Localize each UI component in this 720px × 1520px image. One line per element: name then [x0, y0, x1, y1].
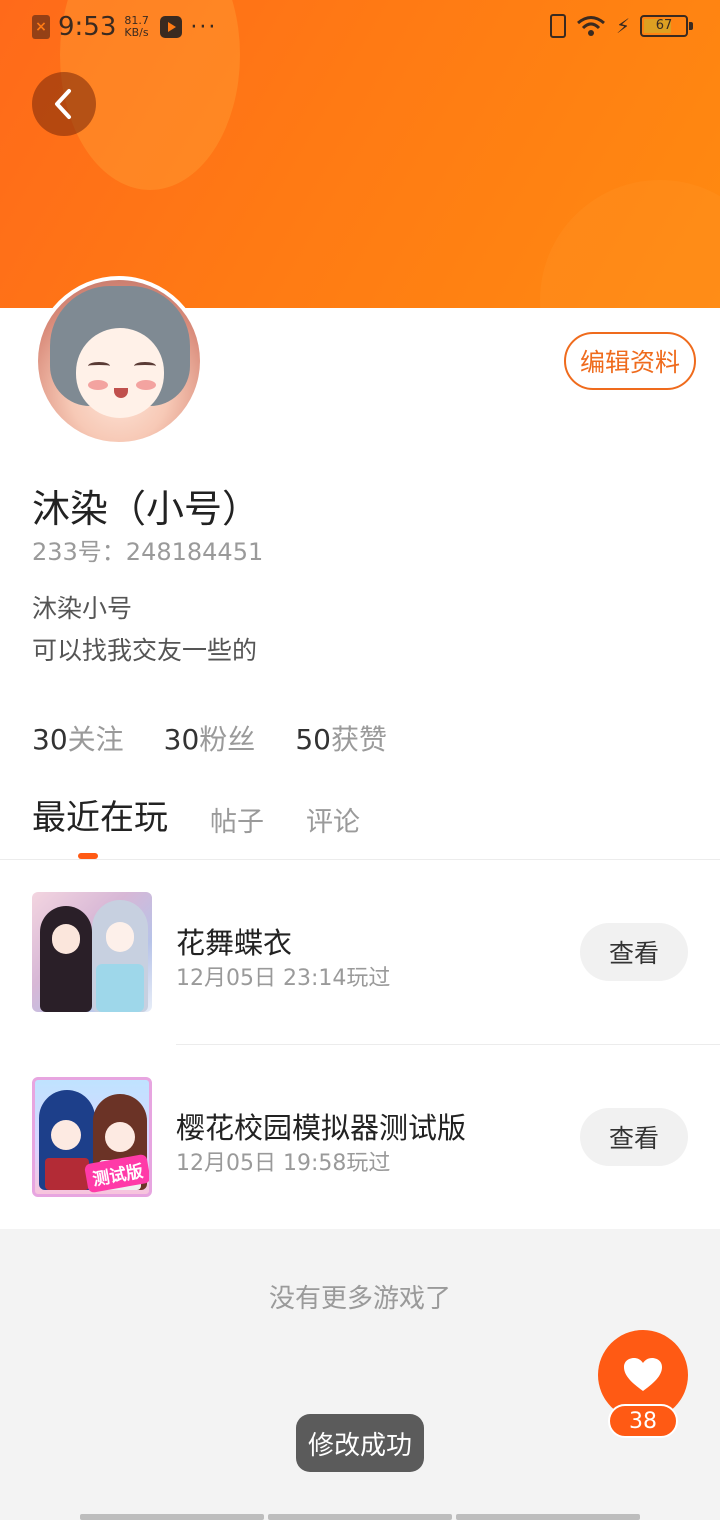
game-played-time: 12月05日 23:14玩过: [176, 966, 391, 991]
stat-following[interactable]: 30关注: [32, 718, 124, 758]
stat-followers[interactable]: 30粉丝: [164, 718, 256, 758]
like-count-badge: 38: [608, 1404, 678, 1438]
game-title: 花舞蝶衣: [176, 926, 293, 960]
toast-message: 修改成功: [296, 1414, 424, 1472]
bio: 沐染小号 可以找我交友一些的: [32, 588, 257, 672]
game-icon: 测试版: [32, 1077, 152, 1197]
game-list-item[interactable]: 测试版 樱花校园模拟器测试版 12月05日 19:58玩过 查看: [0, 1045, 720, 1229]
gesture-navigation-bar[interactable]: [80, 1514, 640, 1520]
stat-label: 关注: [67, 723, 124, 756]
stat-count: 50: [295, 723, 331, 756]
game-list-item[interactable]: 花舞蝶衣 12月05日 23:14玩过 查看: [0, 860, 720, 1044]
battery-level: 67: [655, 18, 673, 33]
game-title: 樱花校园模拟器测试版: [176, 1111, 467, 1145]
view-game-button[interactable]: 查看: [580, 923, 688, 981]
nav-gesture-segment[interactable]: [268, 1514, 452, 1520]
profile-tabs: 最近在玩 帖子 评论: [32, 790, 360, 839]
tab-comments[interactable]: 评论: [306, 800, 360, 839]
tab-posts[interactable]: 帖子: [210, 800, 264, 839]
back-button[interactable]: [32, 72, 96, 136]
stat-label: 获赞: [330, 723, 387, 756]
view-game-button[interactable]: 查看: [580, 1108, 688, 1166]
status-time: 9:53: [58, 12, 117, 42]
charging-icon: ⚡: [615, 14, 630, 38]
banner-decoration: [540, 180, 720, 308]
nav-gesture-segment[interactable]: [456, 1514, 640, 1520]
heart-icon: [624, 1358, 662, 1391]
battery-icon: 67: [640, 15, 693, 37]
stat-label: 粉丝: [199, 723, 256, 756]
stat-count: 30: [163, 723, 200, 756]
profile-stats: 30关注 30粉丝 50获赞: [32, 718, 387, 758]
avatar[interactable]: [34, 276, 204, 446]
nickname: 沐染（小号）: [32, 487, 261, 531]
wifi-icon: [576, 16, 605, 36]
more-notifications-icon: ···: [190, 14, 218, 40]
game-played-time: 12月05日 19:58玩过: [176, 1151, 391, 1176]
game-icon: [32, 892, 152, 1012]
network-speed: 81.7 KB/s: [124, 15, 152, 39]
no-sim-icon: ×: [32, 15, 50, 39]
vibrate-icon: [549, 14, 566, 38]
tab-recently-played[interactable]: 最近在玩: [32, 790, 168, 839]
user-id: 233号：248184451: [32, 538, 264, 566]
bio-line: 可以找我交友一些的: [32, 636, 258, 665]
bio-line: 沐染小号: [32, 594, 133, 623]
stat-likes[interactable]: 50获赞: [295, 718, 387, 758]
no-more-games-text: 没有更多游戏了: [268, 1284, 451, 1314]
status-bar: × 9:53 81.7 KB/s ··· ⚡ 67: [0, 0, 720, 56]
stat-count: 30: [32, 723, 68, 756]
nav-gesture-segment[interactable]: [80, 1514, 264, 1520]
video-app-icon: [160, 16, 183, 38]
edit-profile-button[interactable]: 编辑资料: [564, 332, 696, 390]
network-speed-unit: KB/s: [124, 26, 149, 39]
chevron-left-icon: [55, 89, 71, 119]
